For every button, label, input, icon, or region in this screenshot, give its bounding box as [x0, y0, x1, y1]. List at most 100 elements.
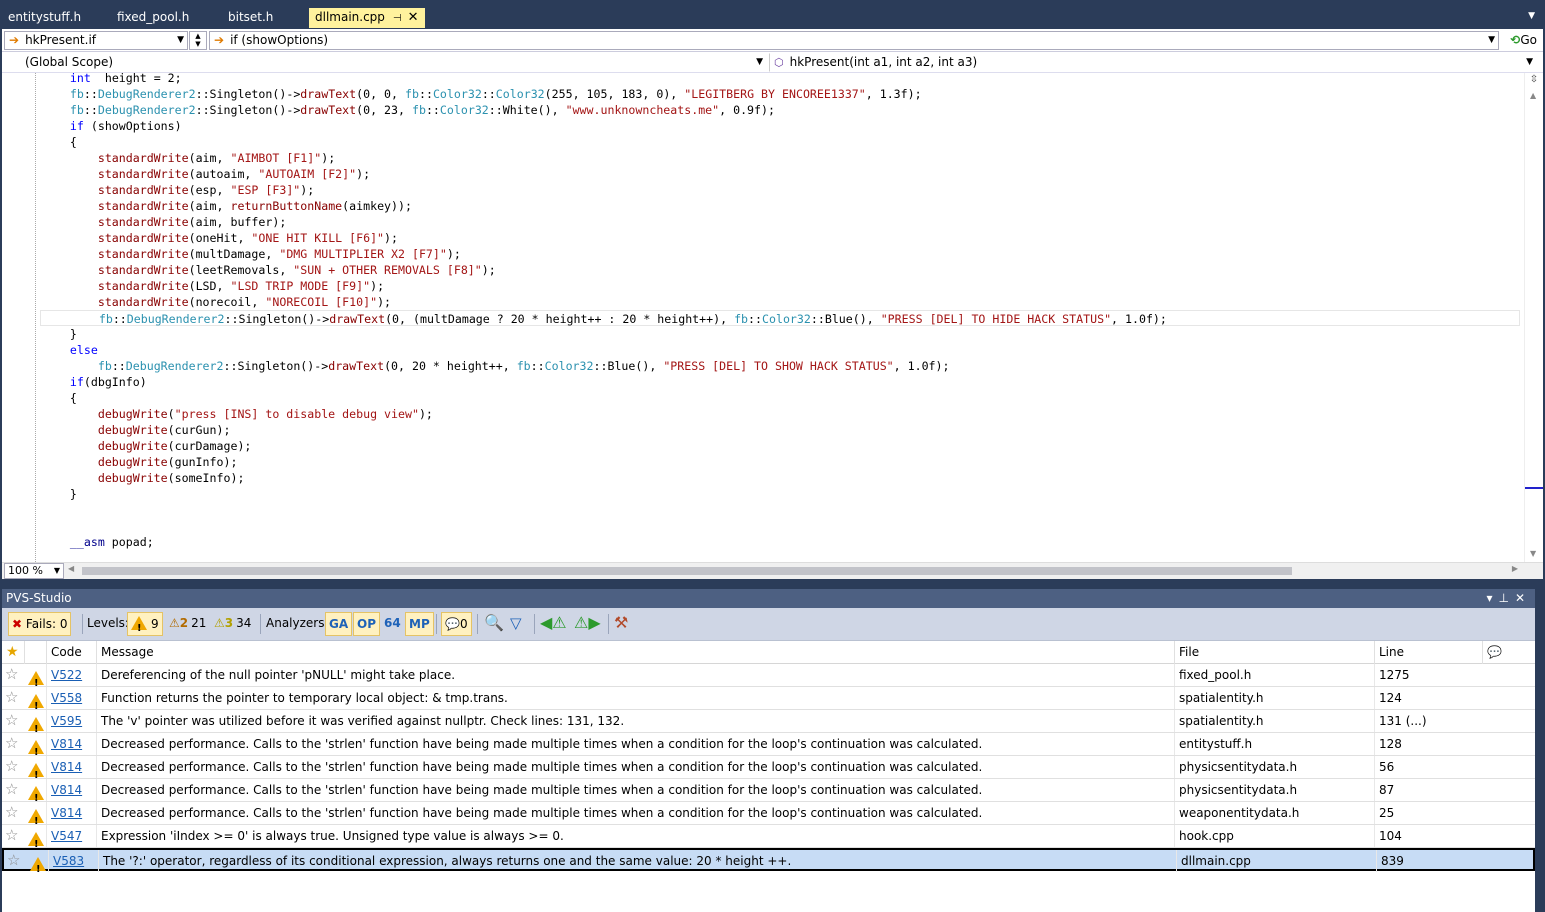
- favorite-star-icon[interactable]: ☆: [5, 690, 23, 705]
- cell-code[interactable]: V595: [51, 714, 82, 728]
- analyzer-mp-button[interactable]: MP: [405, 612, 434, 636]
- code-line[interactable]: int height = 2;: [42, 73, 1520, 86]
- code-line[interactable]: fb::DebugRenderer2::Singleton()->drawTex…: [40, 310, 1520, 326]
- horizontal-scrollbar[interactable]: ◀ ▶: [68, 564, 1518, 576]
- code-line[interactable]: debugWrite(curDamage);: [42, 438, 1520, 454]
- table-row[interactable]: ☆ V814 Decreased performance. Calls to the…: [2, 756, 1535, 787]
- chevron-down-icon[interactable]: ▼: [1488, 32, 1495, 49]
- fails-button[interactable]: ✖ Fails: 0: [8, 612, 72, 636]
- tab-fixed-pool[interactable]: fixed_pool.h: [111, 8, 195, 28]
- analyzer-64-button[interactable]: 64: [384, 612, 401, 636]
- table-row[interactable]: ☆ V814 Decreased performance. Calls to the…: [2, 779, 1535, 810]
- member-combo[interactable]: ⬡ hkPresent(int a1, int a2, int a3) ▼: [769, 53, 1537, 72]
- code-line[interactable]: standardWrite(aim, buffer);: [42, 214, 1520, 230]
- chevron-down-icon[interactable]: ▼: [1528, 11, 1535, 21]
- comment-column-icon[interactable]: 💬: [1482, 641, 1535, 664]
- code-line[interactable]: }: [42, 326, 1520, 342]
- column-code[interactable]: Code: [46, 641, 96, 664]
- favorite-star-icon[interactable]: ☆: [5, 713, 23, 728]
- search-icon[interactable]: 🔍: [484, 612, 504, 636]
- close-icon[interactable]: ✕: [1515, 591, 1531, 605]
- favorite-star-icon[interactable]: ☆: [5, 759, 23, 774]
- table-row[interactable]: ☆ V547 Expression 'iIndex >= 0' is always …: [2, 825, 1535, 856]
- scrollbar-thumb[interactable]: [82, 567, 1292, 575]
- cell-code[interactable]: V814: [51, 783, 82, 797]
- code-line[interactable]: debugWrite("press [INS] to disable debug…: [42, 406, 1520, 422]
- cell-code[interactable]: V522: [51, 668, 82, 682]
- column-file[interactable]: File: [1174, 641, 1374, 664]
- code-line[interactable]: standardWrite(norecoil, "NORECOIL [F10]"…: [42, 294, 1520, 310]
- code-line[interactable]: if(dbgInfo): [42, 374, 1520, 390]
- table-row[interactable]: ☆ V814 Decreased performance. Calls to the…: [2, 733, 1535, 764]
- cell-code[interactable]: V814: [51, 806, 82, 820]
- code-line[interactable]: [42, 518, 1520, 534]
- code-line[interactable]: }: [42, 486, 1520, 502]
- tab-bitset[interactable]: bitset.h: [222, 8, 279, 28]
- pin-icon[interactable]: ⊣: [393, 13, 402, 24]
- code-line[interactable]: standardWrite(autoaim, "AUTOAIM [F2]");: [42, 166, 1520, 182]
- favorite-star-icon[interactable]: ☆: [5, 805, 23, 820]
- code-line[interactable]: standardWrite(aim, returnButtonName(aimk…: [42, 198, 1520, 214]
- find-combo[interactable]: ➔ hkPresent.if ▼: [4, 31, 188, 50]
- tab-entitystuff[interactable]: entitystuff.h: [2, 8, 87, 28]
- chevron-down-icon[interactable]: ▼: [54, 564, 60, 578]
- favorite-star-icon[interactable]: ☆: [5, 828, 23, 843]
- code-line[interactable]: fb::DebugRenderer2::Singleton()->drawTex…: [42, 358, 1520, 374]
- code-line[interactable]: standardWrite(aim, "AIMBOT [F1]");: [42, 150, 1520, 166]
- scroll-right-icon[interactable]: ▶: [1512, 564, 1518, 573]
- split-handle-icon[interactable]: ⇳: [1528, 75, 1540, 87]
- pvs-messages-table[interactable]: ★ Code Message File Line 💬 ☆ V522 Derefere…: [2, 641, 1535, 912]
- pin-icon[interactable]: ⊥: [1498, 591, 1514, 605]
- code-line[interactable]: fb::DebugRenderer2::Singleton()->drawTex…: [42, 102, 1520, 118]
- comments-button[interactable]: 💬0: [441, 612, 472, 636]
- chevron-down-icon[interactable]: ▼: [177, 32, 184, 49]
- zoom-combo[interactable]: 100 % ▼: [4, 563, 64, 579]
- tab-dllmain[interactable]: dllmain.cpp ⊣ ✕: [309, 8, 425, 28]
- column-message[interactable]: Message: [96, 641, 1174, 664]
- table-row[interactable]: ☆ V558 Function returns the pointer to tem…: [2, 687, 1535, 718]
- filter-icon[interactable]: ▽: [510, 612, 522, 636]
- favorite-star-icon[interactable]: ☆: [7, 853, 25, 868]
- code-area[interactable]: int height = 2; fb::DebugRenderer2::Sing…: [40, 73, 1520, 550]
- level-column-header[interactable]: [24, 641, 46, 664]
- table-row[interactable]: ☆ V595 The 'v' pointer was utilized before…: [2, 710, 1535, 741]
- favorite-column-star-icon[interactable]: ★: [2, 641, 24, 664]
- analyzer-op-button[interactable]: OP: [353, 612, 380, 636]
- code-line[interactable]: {: [42, 134, 1520, 150]
- column-line[interactable]: Line: [1374, 641, 1482, 664]
- cell-code[interactable]: V814: [51, 737, 82, 751]
- level-1-button[interactable]: 9: [127, 612, 163, 640]
- code-line[interactable]: if (showOptions): [42, 118, 1520, 134]
- code-editor[interactable]: int height = 2; fb::DebugRenderer2::Sing…: [2, 73, 1543, 562]
- code-line[interactable]: debugWrite(someInfo);: [42, 470, 1520, 486]
- spin-buttons[interactable]: ▲ ▼: [189, 31, 207, 50]
- next-warning-icon[interactable]: ⚠▶: [574, 612, 601, 636]
- favorite-star-icon[interactable]: ☆: [5, 736, 23, 751]
- hammer-icon[interactable]: ⚒: [614, 612, 628, 636]
- code-line[interactable]: fb::DebugRenderer2::Singleton()->drawTex…: [42, 86, 1520, 102]
- go-button[interactable]: ⟲Go: [1510, 31, 1537, 50]
- code-line[interactable]: standardWrite(LSD, "LSD TRIP MODE [F9]")…: [42, 278, 1520, 294]
- chevron-down-icon[interactable]: ▼: [1526, 54, 1533, 71]
- scroll-up-icon[interactable]: ▲: [1530, 91, 1536, 100]
- previous-warning-icon[interactable]: ◀⚠: [540, 612, 567, 636]
- cell-code[interactable]: V558: [51, 691, 82, 705]
- cell-code[interactable]: V814: [51, 760, 82, 774]
- close-icon[interactable]: ✕: [408, 10, 419, 25]
- find-text-combo[interactable]: ➔ if (showOptions) ▼: [209, 31, 1499, 50]
- code-line[interactable]: standardWrite(esp, "ESP [F3]");: [42, 182, 1520, 198]
- code-line[interactable]: standardWrite(oneHit, "ONE HIT KILL [F6]…: [42, 230, 1520, 246]
- table-row[interactable]: ☆ V814 Decreased performance. Calls to the…: [2, 802, 1535, 833]
- favorite-star-icon[interactable]: ☆: [5, 782, 23, 797]
- code-line[interactable]: __asm popad;: [42, 534, 1520, 550]
- code-line[interactable]: [42, 502, 1520, 518]
- code-line[interactable]: standardWrite(multDamage, "DMG MULTIPLIE…: [42, 246, 1520, 262]
- level-3-button[interactable]: ⚠3 34: [214, 612, 251, 636]
- code-line[interactable]: debugWrite(gunInfo);: [42, 454, 1520, 470]
- vertical-scrollbar[interactable]: ⇳ ▲ ▼: [1524, 73, 1543, 562]
- favorite-star-icon[interactable]: ☆: [5, 667, 23, 682]
- code-line[interactable]: standardWrite(leetRemovals, "SUN + OTHER…: [42, 262, 1520, 278]
- chevron-down-icon[interactable]: ▼: [756, 54, 763, 71]
- code-line[interactable]: debugWrite(curGun);: [42, 422, 1520, 438]
- level-2-button[interactable]: ⚠2 21: [169, 612, 206, 636]
